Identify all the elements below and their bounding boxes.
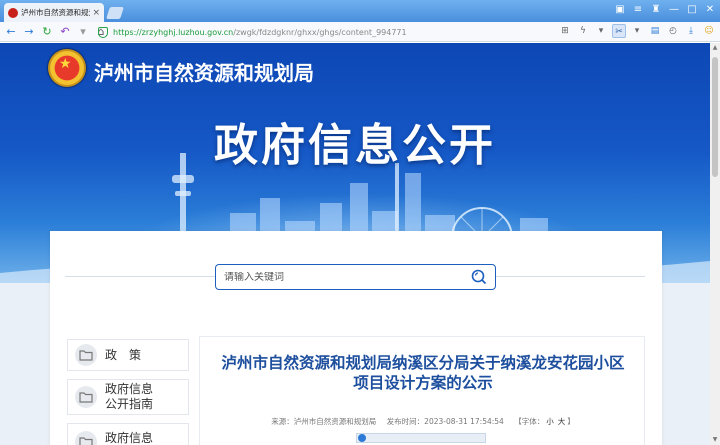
menu-icon[interactable]: ≡ <box>632 3 644 17</box>
reader-icon[interactable]: ▣ <box>614 3 626 17</box>
scroll-thumb[interactable] <box>712 57 718 177</box>
folder-icon <box>75 386 97 408</box>
maximize-icon[interactable]: □ <box>686 3 698 17</box>
scroll-up-icon[interactable]: ▲ <box>710 43 720 53</box>
address-toolbar: ← → ↻ ↶ ▾ ⌂ https://zrzyhghj.luzhou.gov.… <box>0 22 720 42</box>
play-icon[interactable] <box>358 434 366 442</box>
undo-icon[interactable]: ↶ <box>58 25 72 39</box>
national-emblem-logo: ★ <box>48 49 86 87</box>
audio-player[interactable] <box>356 433 486 443</box>
sidebar-item-label: 政府信息 公开指南 <box>105 382 153 412</box>
grid-apps-icon[interactable]: ⊞ <box>558 24 572 38</box>
font-size-label: 【字体： <box>514 417 545 426</box>
article-meta: 来源：泸州市自然资源和规划局 发布时间：2023-08-31 17:54:54 … <box>200 416 646 427</box>
history-icon[interactable]: ◴ <box>666 24 680 38</box>
smiley-icon[interactable]: ☺ <box>702 24 716 38</box>
search-input[interactable] <box>224 271 454 283</box>
download-icon[interactable]: ⤓ <box>684 24 698 38</box>
sidebar-item-disclosure-guide[interactable]: 政府信息 公开指南 <box>67 379 189 415</box>
search-box <box>215 264 496 290</box>
minimize-icon[interactable]: — <box>668 3 680 17</box>
font-size-control: 【字体：小大】 <box>514 417 575 426</box>
url-path: /zwgk/fdzdgknr/ghxx/ghgs/content_994771 <box>233 27 407 37</box>
url-field[interactable]: https://zrzyhghj.luzhou.gov.cn/zwgk/fdzd… <box>98 24 576 40</box>
emblem-star-icon: ★ <box>59 56 72 72</box>
sidebar-label-line: 公开指南 <box>105 397 154 411</box>
browser-tab[interactable]: 泸州市自然资源和规划局 × <box>4 3 104 22</box>
close-window-icon[interactable]: ✕ <box>704 3 716 17</box>
article-title: 泸州市自然资源和规划局纳溪区分局关于纳溪龙安花园小区项目设计方案的公示 <box>221 354 625 392</box>
sidebar-item-gov-info[interactable]: 政府信息 <box>67 423 189 445</box>
back-arrow-icon[interactable]: ← <box>4 25 18 39</box>
forward-arrow-icon[interactable]: → <box>22 25 36 39</box>
address-tools: ⊞ ϟ ▾ ✂ ▾ ▤ ◴ ⤓ ☺ <box>558 24 716 38</box>
sidebar-item-label: 政府信息 <box>105 431 154 445</box>
sidebar-item-label: 政策 <box>105 347 154 362</box>
folder-icon <box>75 344 97 366</box>
content-card: 政策 政府信息 公开指南 政府信息 泸州市自然资源和规划局纳溪区分局关于纳溪龙安… <box>50 231 662 445</box>
refresh-icon[interactable]: ↻ <box>40 25 54 39</box>
hero-title: 政府信息公开 <box>214 120 496 171</box>
chevron-down-icon[interactable]: ▾ <box>594 24 608 38</box>
page-viewport: ★ 泸州市自然资源和规划局 政府信息公开 政策 政府信息 <box>0 43 710 445</box>
search-icon[interactable] <box>471 269 487 285</box>
site-name[interactable]: 泸州市自然资源和规划局 <box>94 57 314 86</box>
skin-icon[interactable]: ♜ <box>650 3 662 17</box>
lightning-icon[interactable]: ϟ <box>576 24 590 38</box>
browser-tab-bar: 泸州市自然资源和规划局 × ▣ ≡ ♜ — □ ✕ <box>0 0 720 22</box>
scissors-icon[interactable]: ✂ <box>612 24 626 38</box>
page-scrollbar[interactable]: ▲ ▼ <box>710 43 720 445</box>
font-size-close: 】 <box>567 417 575 426</box>
url-host: https://zrzyhghj.luzhou.gov.cn <box>113 27 234 37</box>
article-date: 发布时间：2023-08-31 17:54:54 <box>386 417 504 426</box>
scroll-down-icon[interactable]: ▼ <box>710 435 720 445</box>
folder-icon <box>75 431 97 445</box>
window-controls: ▣ ≡ ♜ — □ ✕ <box>614 3 716 17</box>
sidebar-item-policy[interactable]: 政策 <box>67 339 189 371</box>
article-panel: 泸州市自然资源和规划局纳溪区分局关于纳溪龙安花园小区项目设计方案的公示 来源：泸… <box>199 336 645 445</box>
collections-icon[interactable]: ▤ <box>648 24 662 38</box>
secure-shield-icon <box>98 26 108 38</box>
article-source: 来源：泸州市自然资源和规划局 <box>271 417 377 426</box>
new-tab-button[interactable] <box>106 7 124 19</box>
tab-title: 泸州市自然资源和规划局 <box>21 8 90 17</box>
sidebar-label-line: 政府信息 <box>105 382 154 396</box>
tab-close-icon[interactable]: × <box>92 8 100 18</box>
dropdown-chevron-icon[interactable]: ▾ <box>76 25 90 39</box>
font-large-link[interactable]: 大 <box>558 417 566 426</box>
chevron-down-icon[interactable]: ▾ <box>630 24 644 38</box>
font-small-link[interactable]: 小 <box>546 417 554 426</box>
favicon-icon <box>8 7 18 18</box>
